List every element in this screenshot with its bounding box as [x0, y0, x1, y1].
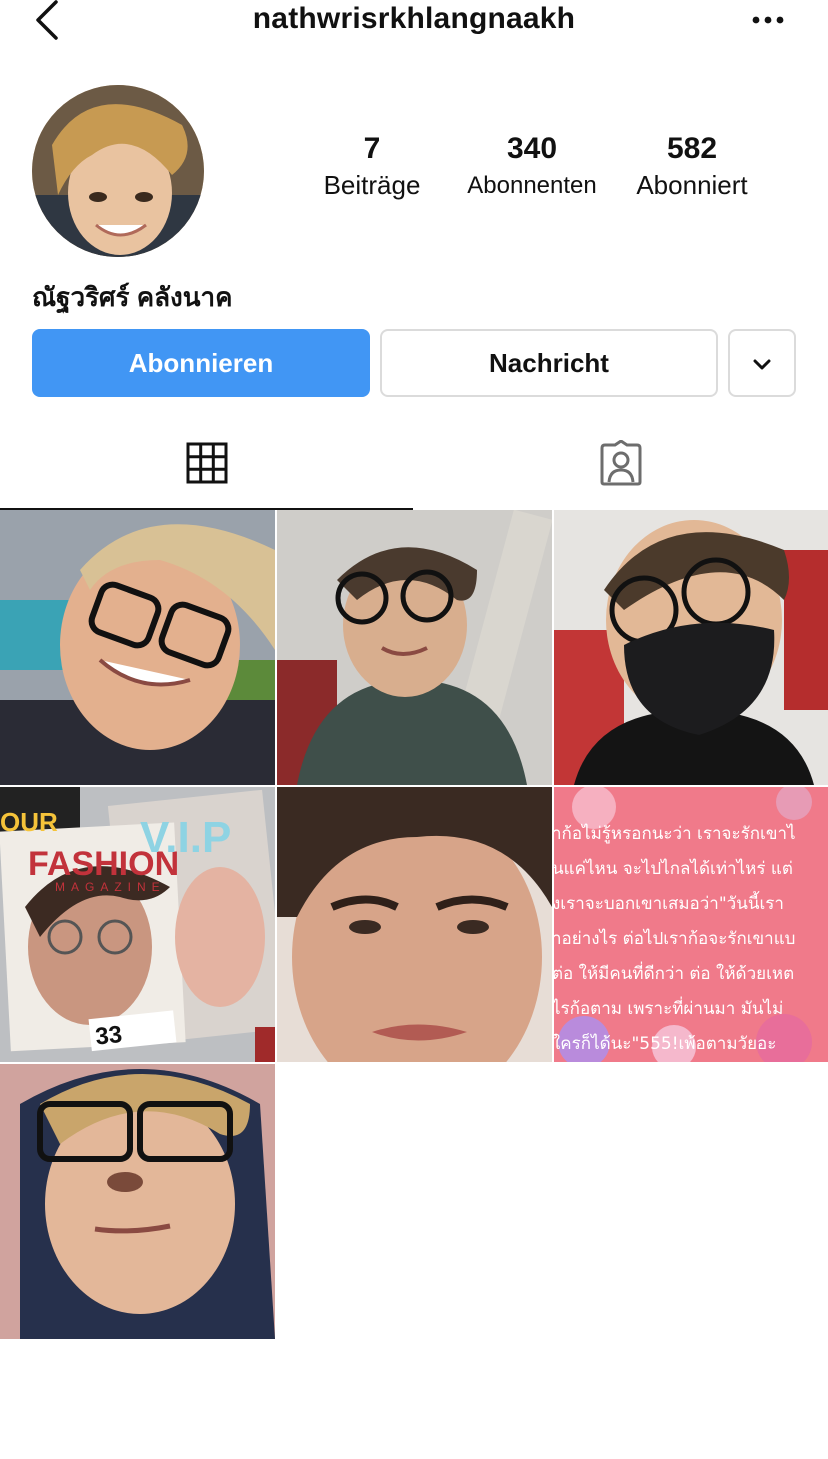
post-thumbnail-7[interactable] [0, 1064, 275, 1339]
followers-stat[interactable]: 340 Abonnenten [447, 132, 617, 200]
follow-button[interactable]: Abonnieren [32, 329, 370, 397]
text-post-line-7: ใครก็ได้นะ"555!เพ้อตามวัยอะ [554, 1032, 776, 1054]
following-label: Abonniert [636, 170, 748, 200]
post-thumbnail-2[interactable] [277, 510, 552, 785]
posts-count: 7 [363, 132, 381, 165]
post-thumbnail-1[interactable] [0, 510, 275, 785]
tab-tagged[interactable] [414, 420, 828, 510]
post-thumbnail-3[interactable] [554, 510, 828, 785]
posts-label: Beiträge [323, 170, 421, 200]
profile-username: nathwrisrkhlangnaakh [252, 2, 576, 35]
text-post-line-2: นแค่ไหน จะไปไกลได้เท่าไหร่ แต่ [554, 858, 793, 879]
top-navigation-bar: nathwrisrkhlangnaakh [0, 0, 828, 40]
suggested-dropdown-button[interactable] [728, 329, 796, 397]
profile-stats: 7 Beiträge 340 Abonnenten 582 Abonniert [300, 132, 780, 222]
text-post-line-6: ไรก้อตาม เพราะที่ผ่านมา มันไม่ [554, 996, 783, 1019]
profile-avatar[interactable] [32, 85, 204, 257]
text-post-line-1: าก้อไม่รู้หรอกนะว่า เราจะรักเขาไ [554, 823, 796, 844]
post-thumbnail-5[interactable] [277, 787, 552, 1062]
magazine-our: OUR [0, 807, 58, 837]
post-thumbnail-6[interactable]: าก้อไม่รู้หรอกนะว่า เราจะรักเขาไ นแค่ไหน… [554, 787, 828, 1062]
tagged-person-icon [598, 439, 644, 491]
profile-display-name: ณัฐวริศร์ คลังนาค [32, 282, 233, 312]
post-thumbnail-4[interactable]: FASHION MAGAZINE V.I.P OUR 33 [0, 787, 275, 1062]
following-stat[interactable]: 582 Abonniert [607, 132, 777, 201]
ellipsis-horizontal-icon[interactable] [748, 6, 788, 34]
magazine-subtitle: MAGAZINE [55, 880, 166, 894]
text-post-line-5: ต่อ ให้มีคนที่ดีกว่า ต่อ ให้ด้วยเหต [554, 961, 794, 984]
chevron-down-icon [752, 348, 772, 379]
message-button[interactable]: Nachricht [380, 329, 718, 397]
following-count: 582 [666, 132, 718, 165]
text-post-line-4: าอย่างไร ต่อไปเราก้อจะรักเขาแบ [554, 928, 795, 949]
posts-stat[interactable]: 7 Beiträge [287, 132, 457, 201]
text-post-line-3: งเราจะบอกเขาเสมอว่า"วันนี้เรา [554, 891, 784, 914]
profile-tabs [0, 420, 828, 512]
magazine-issue: 33 [94, 1021, 123, 1051]
grid-icon [186, 442, 228, 489]
followers-count: 340 [506, 132, 558, 165]
followers-label: Abonnenten [467, 172, 597, 199]
magazine-vip: V.I.P [140, 813, 231, 862]
tab-posts-grid[interactable] [0, 420, 414, 510]
